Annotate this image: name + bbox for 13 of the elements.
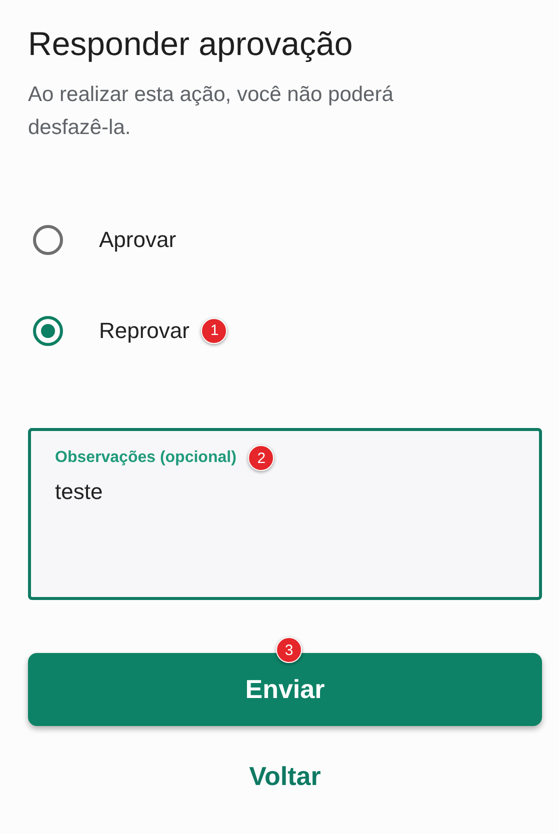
dialog-title: Responder aprovação	[28, 24, 354, 64]
back-button[interactable]: Voltar	[243, 760, 327, 793]
annotation-badge: 2	[248, 445, 274, 471]
observations-field[interactable]: Observações (opcional) 2 teste	[28, 428, 542, 600]
radio-button[interactable]	[33, 316, 63, 346]
annotation-badge: 1	[201, 318, 228, 344]
option-label[interactable]: Reprovar	[99, 318, 190, 344]
field-label: Observações (opcional)	[55, 449, 236, 467]
option-label[interactable]: Aprovar	[99, 226, 176, 252]
field-value: teste	[55, 479, 103, 505]
radio-button[interactable]	[33, 224, 63, 254]
annotation-badge: 3	[276, 637, 302, 663]
description-text: Ao realizar esta ação, você não poderá desfazê-la.	[28, 82, 394, 141]
